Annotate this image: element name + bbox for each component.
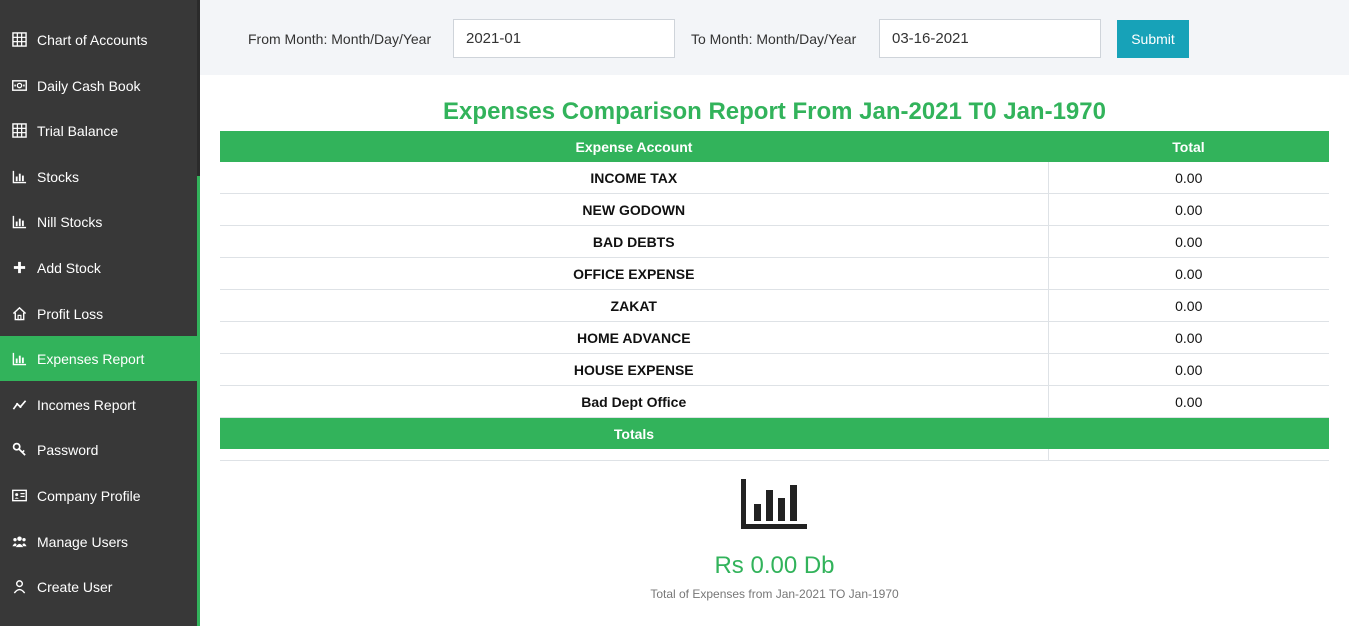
totals-label: Totals	[220, 417, 1048, 449]
money-bill-icon	[11, 78, 27, 94]
expense-account-cell: INCOME TAX	[220, 162, 1049, 194]
sidebar-item-label: Company Profile	[37, 487, 141, 504]
expenses-table: Expense Account Total INCOME TAX 0.00 NE…	[220, 131, 1329, 461]
sidebar-item-label: Create User	[37, 578, 113, 595]
table-row: ZAKAT 0.00	[220, 289, 1329, 322]
table-row: Bad Dept Office 0.00	[220, 385, 1329, 418]
sidebar-item-nill-stocks[interactable]: Nill Stocks	[0, 199, 197, 244]
grid-icon	[11, 123, 27, 139]
total-cell: 0.00	[1048, 321, 1329, 354]
column-header-total: Total	[1048, 131, 1329, 162]
sidebar-item-create-user[interactable]: Create User	[0, 564, 197, 609]
sidebar-item-label: Manage Users	[37, 533, 129, 550]
sidebar-item-daily-cash-book[interactable]: Daily Cash Book	[0, 63, 197, 108]
sidebar-item-label: Password	[37, 441, 99, 458]
user-icon	[11, 579, 27, 595]
from-month-label: From Month: Month/Day/Year	[248, 31, 432, 47]
report-title: Expenses Comparison Report From Jan-2021…	[443, 98, 1106, 125]
sidebar-item-trial-balance[interactable]: Trial Balance	[0, 108, 197, 153]
total-cell: 0.00	[1048, 193, 1329, 226]
expense-account-cell: ZAKAT	[220, 289, 1049, 322]
to-month-input[interactable]	[879, 19, 1101, 58]
sidebar-item-profit-loss[interactable]: Profit Loss	[0, 291, 197, 336]
sidebar-item-chart-of-accounts[interactable]: Chart of Accounts	[0, 17, 197, 62]
expense-account-cell: BAD DEBTS	[220, 225, 1049, 258]
bar-chart-icon	[11, 351, 27, 367]
total-cell: 0.00	[1048, 289, 1329, 322]
expense-account-cell: OFFICE EXPENSE	[220, 257, 1049, 290]
sidebar-item-label: Profit Loss	[37, 305, 104, 322]
spacer-cell	[220, 449, 1049, 461]
table-row: OFFICE EXPENSE 0.00	[220, 257, 1329, 290]
sidebar-item-company-profile[interactable]: Company Profile	[0, 473, 197, 518]
sidebar-item-incomes-report[interactable]: Incomes Report	[0, 382, 197, 427]
sidebar-item-label: Daily Cash Book	[37, 77, 141, 94]
plus-icon	[11, 260, 27, 276]
sidebar-item-stocks[interactable]: Stocks	[0, 154, 197, 199]
bar-chart-icon	[11, 169, 27, 185]
from-month-input[interactable]	[453, 19, 675, 58]
line-chart-icon	[11, 397, 27, 413]
total-cell: 0.00	[1048, 257, 1329, 290]
to-month-label: To Month: Month/Day/Year	[691, 31, 857, 47]
bar-chart-icon	[741, 479, 807, 529]
expense-account-cell: NEW GODOWN	[220, 193, 1049, 226]
total-cell: 0.00	[1048, 385, 1329, 418]
table-row: HOUSE EXPENSE 0.00	[220, 353, 1329, 386]
table-row: BAD DEBTS 0.00	[220, 225, 1329, 258]
spacer-row	[220, 449, 1329, 461]
users-icon	[11, 534, 27, 550]
sidebar-item-label: Stocks	[37, 168, 80, 185]
spacer-cell	[1048, 449, 1329, 461]
id-card-icon	[11, 488, 27, 504]
total-cell: 0.00	[1048, 353, 1329, 386]
sidebar-item-add-stock[interactable]: Add Stock	[0, 245, 197, 290]
table-row: INCOME TAX 0.00	[220, 162, 1329, 194]
bar-chart-icon	[11, 214, 27, 230]
table-row: HOME ADVANCE 0.00	[220, 321, 1329, 354]
sidebar-item-label: Chart of Accounts	[37, 31, 148, 48]
grid-icon	[11, 32, 27, 48]
sidebar-item-manage-users[interactable]: Manage Users	[0, 519, 197, 564]
totals-row: Totals	[220, 417, 1329, 449]
home-icon	[11, 306, 27, 322]
sidebar-item-label: Nill Stocks	[37, 213, 103, 230]
sidebar-scrollbar[interactable]	[197, 176, 200, 626]
submit-button[interactable]: Submit	[1117, 20, 1189, 58]
sidebar-item-label: Incomes Report	[37, 396, 136, 413]
total-cell: 0.00	[1048, 162, 1329, 194]
sidebar-item-label: Expenses Report	[37, 350, 145, 367]
expense-account-cell: HOME ADVANCE	[220, 321, 1049, 354]
totals-value	[1048, 417, 1329, 449]
expense-account-cell: Bad Dept Office	[220, 385, 1049, 418]
sidebar-item-expenses-report[interactable]: Expenses Report	[0, 336, 199, 381]
column-header-expense-account: Expense Account	[220, 131, 1048, 162]
table-row: NEW GODOWN 0.00	[220, 193, 1329, 226]
sidebar: Chart of Accounts Daily Cash Book Trial …	[0, 0, 199, 626]
key-icon	[11, 442, 27, 458]
expense-account-cell: HOUSE EXPENSE	[220, 353, 1049, 386]
total-cell: 0.00	[1048, 225, 1329, 258]
sidebar-item-label: Trial Balance	[37, 122, 119, 139]
expenses-total-value: Rs 0.00 Db	[714, 552, 835, 579]
expenses-total-caption: Total of Expenses from Jan-2021 TO Jan-1…	[650, 587, 899, 601]
sidebar-item-label: Add Stock	[37, 259, 101, 276]
sidebar-item-password[interactable]: Password	[0, 427, 197, 472]
